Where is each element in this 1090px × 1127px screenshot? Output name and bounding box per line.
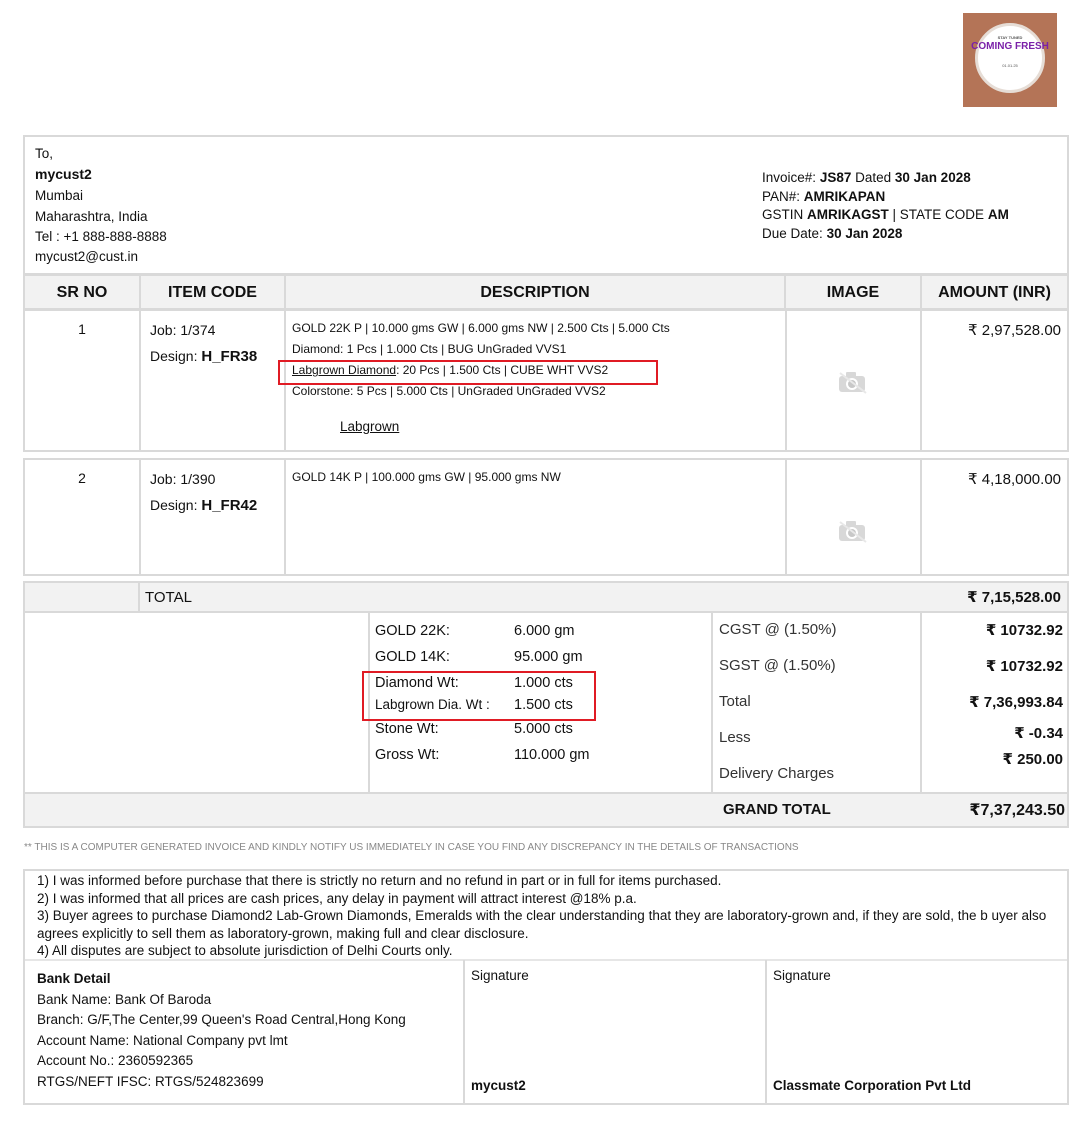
weight-value-gold14k: 95.000 gm [514, 649, 583, 665]
design-code: H_FR42 [201, 497, 258, 514]
logo-tagline: STAY TUNED [997, 35, 1023, 40]
signature-name: mycust2 [471, 1078, 526, 1093]
grand-total-value: ₹7,37,243.50 [969, 802, 1065, 819]
cgst-label: CGST @ (1.50%) [719, 621, 837, 638]
bank-account-name: Account Name: National Company pvt lmt [37, 1032, 288, 1048]
less-label: Less [719, 729, 751, 746]
weight-value-gross: 110.000 gm [514, 747, 590, 763]
customer-signature: Signature mycust2 [463, 960, 765, 1103]
pan-line: PAN#: AMRIKAPAN [762, 188, 886, 204]
labgrown-highlight-box [278, 360, 658, 385]
bank-name: Bank Name: Bank Of Baroda [37, 991, 212, 1007]
row-description: GOLD 14K P | 100.000 gms GW | 95.000 gms… [286, 460, 787, 574]
job-number: Job: 1/374 [150, 322, 216, 338]
customer-city: Mumbai [35, 188, 84, 203]
design-line: Design: H_FR38 [150, 348, 258, 365]
computer-generated-note: ** THIS IS A COMPUTER GENERATED INVOICE … [24, 842, 799, 853]
gstin-number: AMRIKAGST [807, 207, 889, 222]
pan-number: AMRIKAPAN [803, 188, 886, 204]
customer-phone: Tel : +1 888-888-8888 [35, 229, 167, 244]
term-item: 3) Buyer agrees to purchase Diamond2 Lab… [37, 908, 1047, 941]
col-amount: AMOUNT (INR) [938, 284, 1051, 301]
bank-ifsc: RTGS/NEFT IFSC: RTGS/524823699 [37, 1073, 264, 1089]
camera-placeholder-icon [839, 372, 867, 394]
weight-value-gold22k: 6.000 gm [514, 623, 575, 639]
grand-total-row: GRAND TOTAL ₹7,37,243.50 [23, 794, 1069, 828]
col-image: IMAGE [786, 276, 922, 308]
invoice-number-line: Invoice#: JS87 Dated 30 Jan 2028 [762, 170, 971, 185]
row-image [787, 311, 922, 450]
signature-heading: Signature [773, 968, 831, 983]
job-number: Job: 1/390 [150, 471, 216, 487]
signature-name: Classmate Corporation Pvt Ltd [773, 1078, 972, 1093]
terms-section: 1) I was informed before purchase that t… [23, 869, 1069, 1105]
row-amount: ₹ 2,97,528.00 [968, 322, 1061, 339]
design-code: H_FR38 [201, 348, 258, 365]
invoice-header: To, mycust2 Mumbai Maharashtra, India Te… [23, 135, 1069, 275]
total-row: TOTAL ₹ 7,15,528.00 [23, 581, 1069, 613]
labgrown-link[interactable]: Labgrown [340, 416, 785, 437]
bank-title: Bank Detail [37, 971, 111, 986]
weight-label-gross: Gross Wt: [375, 747, 440, 763]
row-sr-no: 1 [25, 311, 141, 450]
term-item: 2) I was informed that all prices are ca… [37, 890, 637, 906]
due-date: 30 Jan 2028 [826, 225, 903, 241]
gstin-line: GSTIN AMRIKAGST | STATE CODE AM [762, 207, 1009, 222]
logo-title: COMING FRESH [971, 41, 1049, 52]
desc-line-metal: GOLD 14K P | 100.000 gms GW | 95.000 gms… [292, 470, 561, 484]
bank-branch: Branch: G/F,The Center,99 Queen's Road C… [37, 1012, 406, 1027]
term-item: 4) All disputes are subject to absolute … [37, 943, 453, 958]
row-amount: ₹ 4,18,000.00 [968, 471, 1061, 488]
subtotal-label: Total [719, 693, 751, 710]
weight-label-stone: Stone Wt: [375, 721, 439, 737]
delivery-value: ₹ 250.00 [1002, 751, 1063, 768]
customer-name: mycust2 [35, 166, 92, 182]
camera-placeholder-icon [839, 521, 867, 543]
row-item-code: Job: 1/374 Design: H_FR38 [141, 311, 286, 450]
col-sr-no: SR NO [25, 276, 141, 308]
col-item-code: ITEM CODE [141, 276, 286, 308]
weight-label-gold14k: GOLD 14K: [375, 649, 450, 665]
company-logo: STAY TUNED COMING FRESH 01.01.25 [963, 13, 1057, 107]
to-label: To, [35, 146, 54, 161]
term-item: 1) I was informed before purchase that t… [37, 873, 722, 888]
row-image [787, 460, 922, 574]
weight-value-stone: 5.000 cts [514, 721, 573, 737]
sgst-value: ₹ 10732.92 [985, 658, 1063, 675]
grand-total-label: GRAND TOTAL [723, 801, 831, 818]
state-code: AM [987, 207, 1009, 222]
customer-address: To, mycust2 Mumbai Maharashtra, India Te… [35, 143, 167, 267]
company-signature: Signature Classmate Corporation Pvt Ltd [765, 960, 1067, 1103]
row-sr-no: 2 [25, 460, 141, 574]
less-value: ₹ -0.34 [1014, 725, 1063, 742]
terms-list: 1) I was informed before purchase that t… [37, 872, 1057, 960]
row-item-code: Job: 1/390 Design: H_FR42 [141, 460, 286, 574]
invoice-date: 30 Jan 2028 [894, 170, 971, 185]
cgst-value: ₹ 10732.92 [985, 622, 1063, 639]
signature-heading: Signature [471, 968, 529, 983]
table-row: 2 Job: 1/390 Design: H_FR42 GOLD 14K P |… [23, 458, 1069, 576]
items-table-header: SR NO ITEM CODE DESCRIPTION IMAGE AMOUNT… [23, 274, 1069, 310]
sgst-label: SGST @ (1.50%) [719, 657, 836, 674]
total-value: ₹ 7,15,528.00 [967, 589, 1061, 606]
weights-highlight-box [362, 671, 596, 721]
bank-details: Bank Detail Bank Name: Bank Of Baroda Br… [37, 969, 406, 1092]
bank-account-number: Account No.: 2360592365 [37, 1053, 194, 1068]
desc-line-diamond: Diamond: 1 Pcs | 1.000 Cts | BUG UnGrade… [292, 342, 567, 356]
due-date-line: Due Date: 30 Jan 2028 [762, 225, 903, 241]
design-line: Design: H_FR42 [150, 497, 258, 514]
customer-email: mycust2@cust.in [35, 249, 138, 264]
subtotal-value: ₹ 7,36,993.84 [969, 694, 1063, 711]
invoice-number: JS87 [819, 170, 852, 185]
invoice-details: Invoice#: JS87 Dated 30 Jan 2028 PAN#: A… [762, 169, 1009, 243]
total-label: TOTAL [145, 589, 192, 606]
customer-state: Maharashtra, India [35, 209, 148, 224]
col-description: DESCRIPTION [286, 276, 786, 308]
delivery-label: Delivery Charges [719, 765, 835, 782]
logo-date: 01.01.25 [1002, 63, 1018, 68]
desc-line-metal: GOLD 22K P | 10.000 gms GW | 6.000 gms N… [292, 321, 670, 335]
weight-label-gold22k: GOLD 22K: [375, 623, 450, 639]
